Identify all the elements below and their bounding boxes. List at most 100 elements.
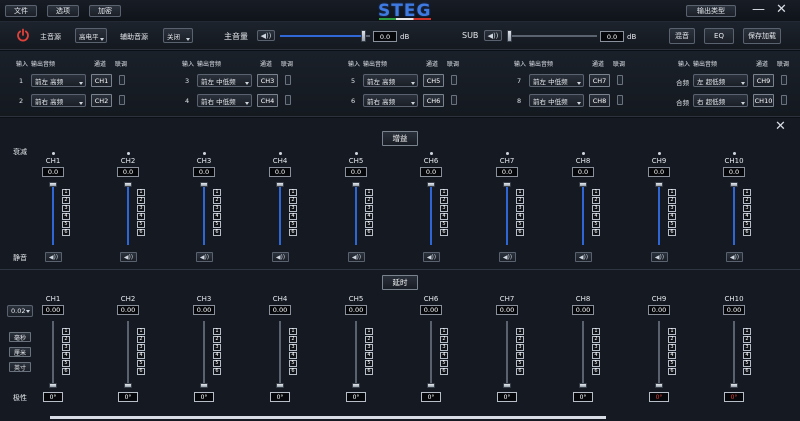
delay-preset-button[interactable]: 3 — [365, 344, 373, 351]
horizontal-scrollbar[interactable] — [50, 416, 606, 419]
delay-preset-button[interactable]: 4 — [592, 352, 600, 359]
gain-slider-thumb[interactable] — [124, 182, 132, 187]
gain-slider-track[interactable] — [279, 182, 281, 245]
mix-button[interactable]: 混音 — [669, 28, 695, 44]
delay-preset-button[interactable]: 1 — [743, 328, 751, 335]
delay-preset-button[interactable]: 6 — [365, 368, 373, 375]
gain-value-input[interactable]: 0.0 — [420, 167, 442, 177]
gain-preset-button[interactable]: 5 — [213, 221, 221, 228]
delay-preset-button[interactable]: 5 — [365, 360, 373, 367]
delay-preset-button[interactable]: 6 — [668, 368, 676, 375]
master-volume-value[interactable]: 0.0 — [373, 31, 397, 42]
routing-link-toggle[interactable] — [781, 95, 787, 105]
gain-value-input[interactable]: 0.0 — [42, 167, 64, 177]
gain-preset-button[interactable]: 5 — [516, 221, 524, 228]
routing-link-toggle[interactable] — [285, 95, 291, 105]
gain-preset-button[interactable]: 6 — [365, 229, 373, 236]
delay-preset-button[interactable]: 3 — [289, 344, 297, 351]
gain-value-input[interactable]: 0.0 — [496, 167, 518, 177]
delay-slider-thumb[interactable] — [503, 383, 511, 388]
delay-preset-button[interactable]: 3 — [668, 344, 676, 351]
gain-preset-button[interactable]: 3 — [668, 205, 676, 212]
delay-preset-button[interactable]: 4 — [668, 352, 676, 359]
gain-preset-button[interactable]: 2 — [440, 197, 448, 204]
delay-preset-button[interactable]: 5 — [668, 360, 676, 367]
gain-value-input[interactable]: 0.0 — [193, 167, 215, 177]
gain-preset-button[interactable]: 4 — [213, 213, 221, 220]
delay-slider-thumb[interactable] — [655, 383, 663, 388]
gain-preset-button[interactable]: 3 — [213, 205, 221, 212]
mute-speaker-icon[interactable]: ◀)) — [348, 252, 365, 262]
delay-slider-track[interactable] — [279, 321, 281, 388]
delay-preset-button[interactable]: 2 — [516, 336, 524, 343]
routing-link-toggle[interactable] — [617, 75, 623, 85]
delay-preset-button[interactable]: 2 — [213, 336, 221, 343]
gain-preset-button[interactable]: 6 — [213, 229, 221, 236]
gain-slider-thumb[interactable] — [730, 182, 738, 187]
gain-slider-track[interactable] — [52, 182, 54, 245]
delay-preset-button[interactable]: 2 — [289, 336, 297, 343]
routing-source-select[interactable]: 前左 高频 — [31, 74, 86, 87]
gain-preset-button[interactable]: 2 — [668, 197, 676, 204]
delay-preset-button[interactable]: 2 — [668, 336, 676, 343]
delay-value-input[interactable]: 0.00 — [269, 305, 291, 315]
routing-source-select[interactable]: 前右 中低频 — [197, 94, 252, 107]
gain-preset-button[interactable]: 3 — [440, 205, 448, 212]
delay-slider-track[interactable] — [506, 321, 508, 388]
gain-preset-button[interactable]: 6 — [289, 229, 297, 236]
routing-channel-button[interactable]: CH1 — [91, 74, 112, 87]
delay-preset-button[interactable]: 5 — [62, 360, 70, 367]
delay-preset-button[interactable]: 6 — [62, 368, 70, 375]
gain-preset-button[interactable]: 6 — [62, 229, 70, 236]
gain-preset-button[interactable]: 3 — [289, 205, 297, 212]
delay-preset-button[interactable]: 5 — [137, 360, 145, 367]
delay-slider-thumb[interactable] — [200, 383, 208, 388]
delay-value-input[interactable]: 0.00 — [723, 305, 745, 315]
gain-preset-button[interactable]: 3 — [137, 205, 145, 212]
gain-slider-track[interactable] — [582, 182, 584, 245]
mute-speaker-icon[interactable]: ◀)) — [575, 252, 592, 262]
gain-preset-button[interactable]: 3 — [365, 205, 373, 212]
delay-preset-button[interactable]: 3 — [440, 344, 448, 351]
close-icon[interactable]: ✕ — [776, 2, 787, 17]
delay-preset-button[interactable]: 3 — [743, 344, 751, 351]
gain-preset-button[interactable]: 5 — [62, 221, 70, 228]
delay-value-input[interactable]: 0.00 — [420, 305, 442, 315]
output-type-button[interactable]: 输出类型 — [686, 5, 736, 17]
delay-preset-button[interactable]: 5 — [289, 360, 297, 367]
gain-value-input[interactable]: 0.0 — [269, 167, 291, 177]
sub-mute-icon[interactable]: ◀)) — [484, 30, 502, 41]
gain-slider-thumb[interactable] — [49, 182, 57, 187]
gain-preset-button[interactable]: 5 — [440, 221, 448, 228]
delay-preset-button[interactable]: 6 — [516, 368, 524, 375]
routing-source-select[interactable]: 前右 高频 — [31, 94, 86, 107]
delay-slider-thumb[interactable] — [427, 383, 435, 388]
delay-preset-button[interactable]: 6 — [743, 368, 751, 375]
delay-preset-button[interactable]: 6 — [592, 368, 600, 375]
menu-file[interactable]: 文件 — [5, 5, 37, 17]
delay-preset-button[interactable]: 2 — [365, 336, 373, 343]
delay-value-input[interactable]: 0.00 — [648, 305, 670, 315]
delay-preset-button[interactable]: 1 — [365, 328, 373, 335]
master-volume-mute-icon[interactable]: ◀)) — [257, 30, 275, 41]
gain-preset-button[interactable]: 1 — [743, 189, 751, 196]
unit-inch-button[interactable]: 英寸 — [9, 362, 31, 372]
delay-preset-button[interactable]: 5 — [743, 360, 751, 367]
master-volume-slider[interactable] — [280, 30, 370, 42]
gain-value-input[interactable]: 0.0 — [117, 167, 139, 177]
routing-link-toggle[interactable] — [285, 75, 291, 85]
gain-preset-button[interactable]: 6 — [743, 229, 751, 236]
delay-preset-button[interactable]: 4 — [62, 352, 70, 359]
delay-value-input[interactable]: 0.00 — [42, 305, 64, 315]
gain-preset-button[interactable]: 3 — [592, 205, 600, 212]
gain-preset-button[interactable]: 2 — [516, 197, 524, 204]
delay-preset-button[interactable]: 1 — [668, 328, 676, 335]
delay-value-input[interactable]: 0.00 — [345, 305, 367, 315]
mute-speaker-icon[interactable]: ◀)) — [499, 252, 516, 262]
gain-preset-button[interactable]: 5 — [289, 221, 297, 228]
delay-slider-track[interactable] — [355, 321, 357, 388]
gain-preset-button[interactable]: 1 — [365, 189, 373, 196]
delay-preset-button[interactable]: 4 — [440, 352, 448, 359]
mute-speaker-icon[interactable]: ◀)) — [45, 252, 62, 262]
delay-slider-thumb[interactable] — [49, 383, 57, 388]
